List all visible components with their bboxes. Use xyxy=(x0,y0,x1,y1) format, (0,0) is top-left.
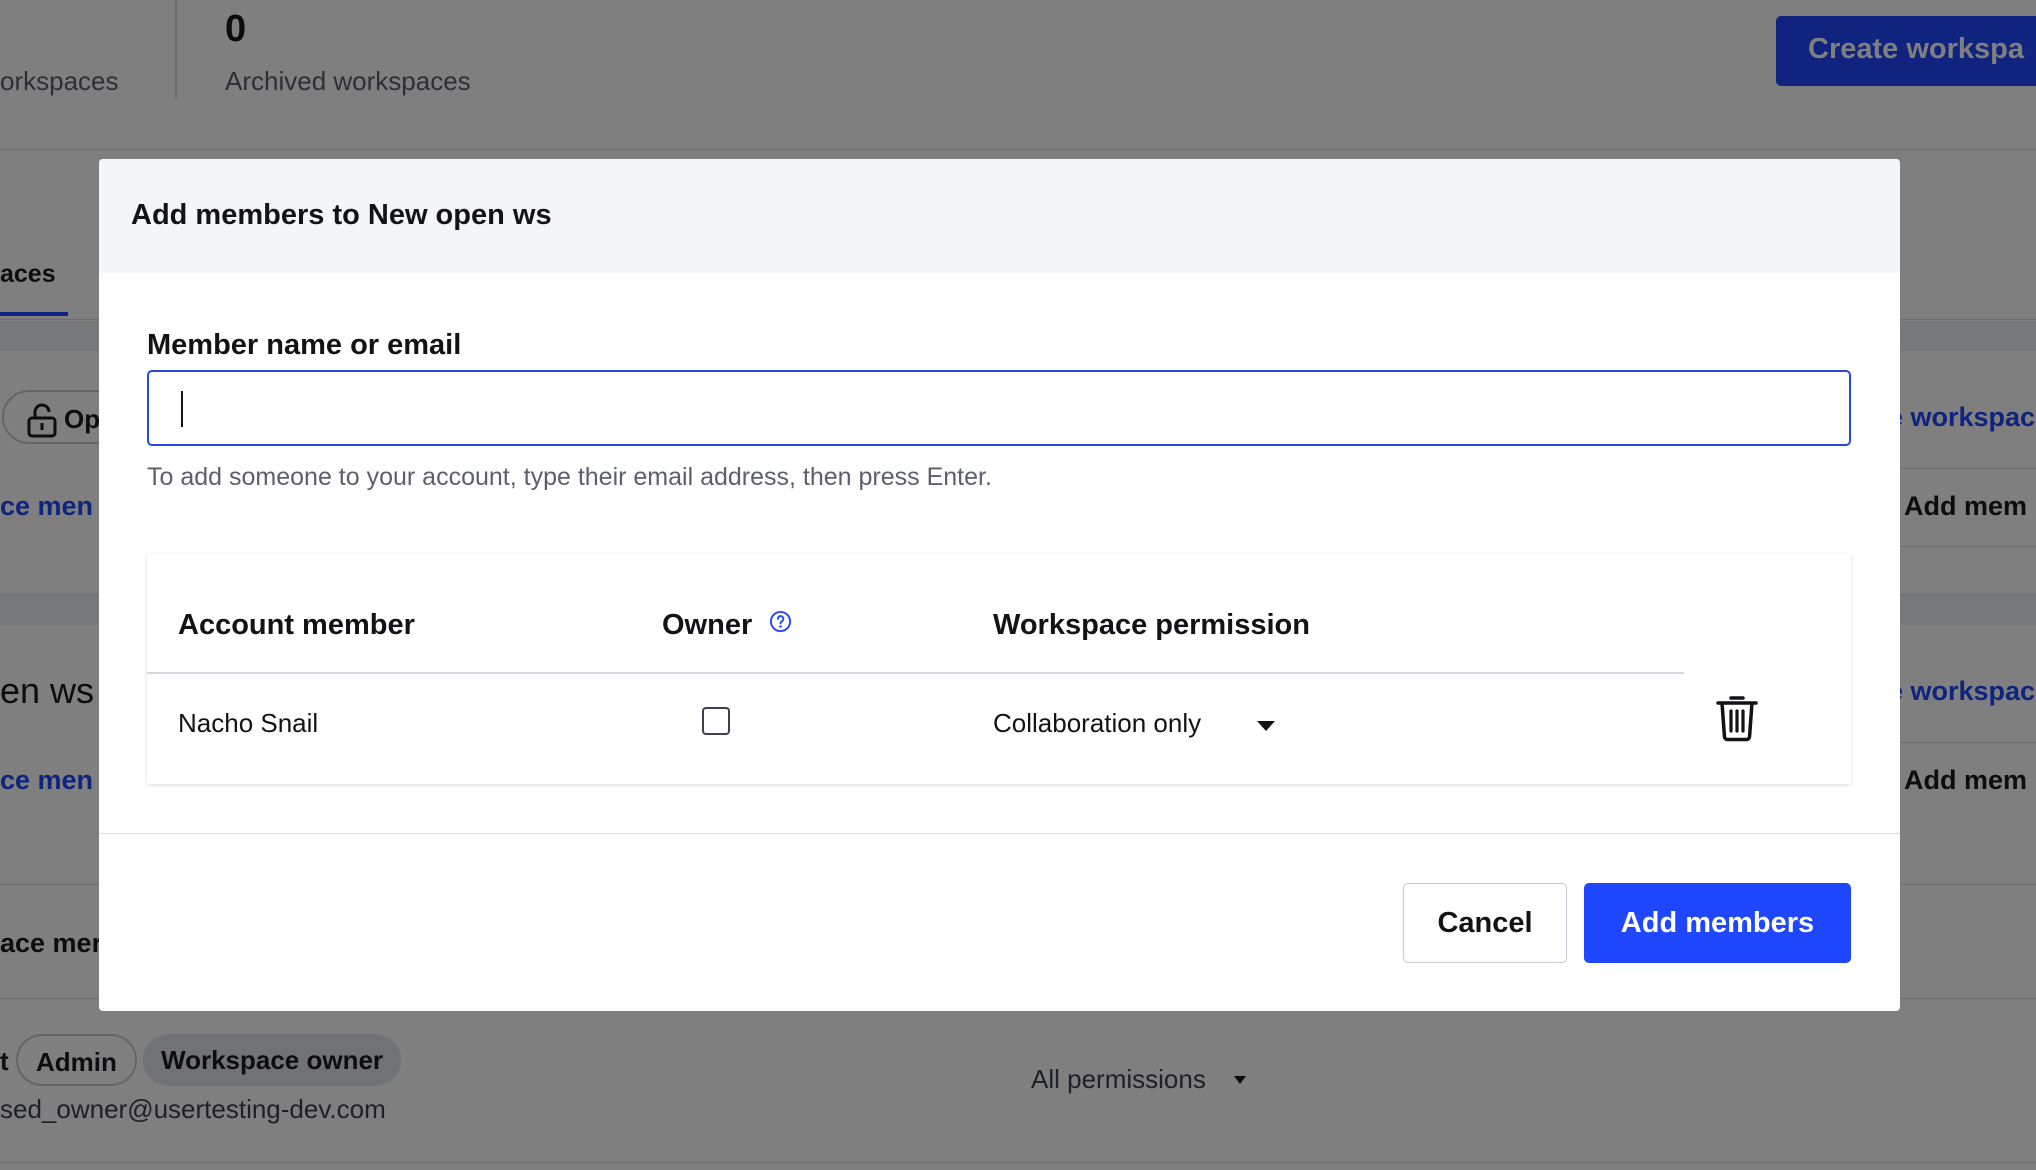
trash-icon[interactable] xyxy=(1714,692,1760,742)
column-header-permission: Workspace permission xyxy=(993,609,1310,641)
member-name: Nacho Snail xyxy=(178,708,319,738)
column-header-owner: Owner xyxy=(662,609,753,641)
dialog-header: Add members to New open ws xyxy=(99,159,1900,273)
dialog-title: Add members to New open ws xyxy=(131,199,552,231)
helper-text: To add someone to your account, type the… xyxy=(147,463,992,491)
add-members-dialog: Add members to New open ws Member name o… xyxy=(99,159,1900,1011)
table-header-divider xyxy=(147,672,1684,674)
add-members-button[interactable]: Add members xyxy=(1584,883,1851,963)
member-field-label: Member name or email xyxy=(147,329,462,361)
chevron-down-icon[interactable] xyxy=(1257,721,1275,731)
dialog-footer-divider xyxy=(99,833,1900,834)
owner-checkbox[interactable] xyxy=(702,707,730,735)
text-cursor xyxy=(181,391,183,427)
members-table: Account member Owner Workspace permissio… xyxy=(147,554,1851,784)
member-search-input[interactable] xyxy=(147,370,1851,446)
cancel-button[interactable]: Cancel xyxy=(1403,883,1567,963)
help-circle-icon[interactable] xyxy=(769,610,792,633)
permission-select[interactable]: Collaboration only xyxy=(993,708,1201,739)
column-header-member: Account member xyxy=(178,609,415,641)
